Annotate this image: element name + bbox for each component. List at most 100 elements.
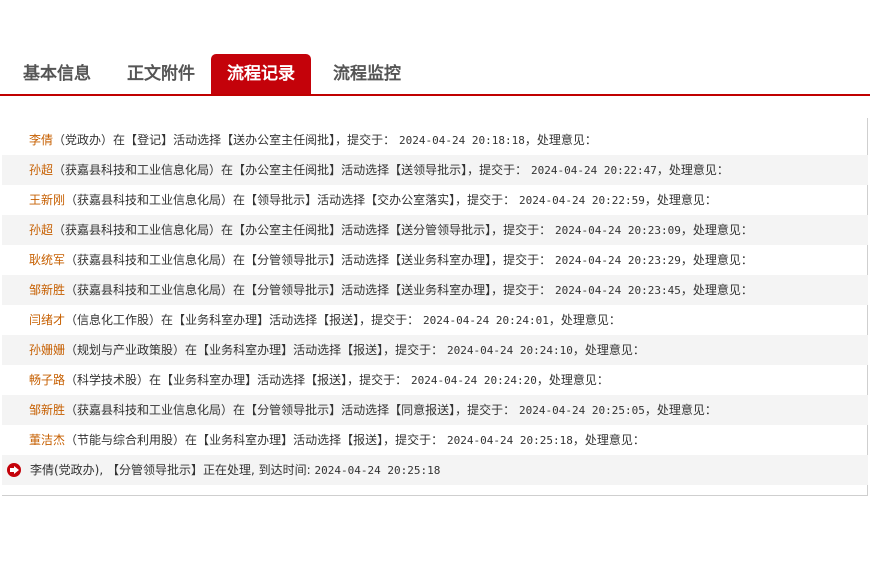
from-activity: 业务科室办理 [209, 433, 282, 447]
activity-choice-text: 活动选择 [257, 373, 306, 387]
actor-name[interactable]: 邹新胜 [29, 283, 65, 297]
submit-text: ，提交于： [335, 133, 396, 147]
submit-time: 2024-04-24 20:24:20 [411, 374, 537, 387]
table-row: 耿统军（获嘉县科技和工业信息化局）在【分管领导批示】活动选择【送业务科室办理】，… [29, 253, 753, 267]
opinion-label: ，处理意见： [572, 433, 645, 447]
actor-name[interactable]: 邹新胜 [29, 403, 65, 417]
from-activity: 业务科室办理 [185, 313, 258, 327]
table-row: 孙超（获嘉县科技和工业信息化局）在【办公室主任阅批】活动选择【送分管领导批示】，… [2, 215, 868, 245]
activity-choice-text: 活动选择 [317, 193, 366, 207]
from-activity: 办公室主任阅批 [245, 163, 330, 177]
table-row: 畅子路（科学技术股）在【业务科室办理】活动选择【报送】，提交于： 2024-04… [29, 373, 609, 387]
actor-name[interactable]: 闫绪才 [29, 313, 65, 327]
opinion-label: ，处理意见： [644, 193, 717, 207]
in-text: 在 [185, 343, 198, 357]
actor-dept: （信息化工作股） [65, 313, 162, 327]
to-activity: 报送 [317, 373, 342, 387]
submit-time: 2024-04-24 20:22:47 [531, 164, 657, 177]
tab-bar: 基本信息 正文附件 流程记录 流程监控 [0, 54, 870, 96]
current-status-row: 李倩(党政办), 【分管领导批示】正在处理, 到达时间: 2024-04-24 … [2, 455, 868, 485]
table-row: 闫绪才（信息化工作股）在【业务科室办理】活动选择【报送】，提交于： 2024-0… [29, 313, 621, 327]
activity-choice-text: 活动选择 [269, 313, 318, 327]
actor-dept: （获嘉县科技和工业信息化局） [65, 253, 234, 267]
tab-flow-monitor[interactable]: 流程监控 [329, 54, 405, 94]
arrow-right-circle-icon [7, 463, 21, 477]
tab-attachments[interactable]: 正文附件 [123, 54, 199, 94]
submit-text: ，提交于： [467, 163, 528, 177]
in-text: 在 [221, 163, 234, 177]
activity-choice-text: 活动选择 [293, 433, 342, 447]
submit-time: 2024-04-24 20:25:18 [447, 434, 573, 447]
opinion-label: ，处理意见： [680, 283, 753, 297]
submit-time: 2024-04-24 20:23:09 [555, 224, 681, 237]
to-activity: 交办公室落实 [377, 193, 450, 207]
submit-text: ，提交于： [455, 403, 516, 417]
actor-name[interactable]: 李倩 [29, 133, 53, 147]
opinion-label: ，处理意见： [572, 343, 645, 357]
opinion-label: ，处理意见： [524, 133, 597, 147]
current-arrival-time: 2024-04-24 20:25:18 [314, 464, 441, 477]
in-text: 在 [233, 283, 246, 297]
actor-dept: （党政办） [53, 133, 114, 147]
to-activity: 送业务科室办理 [401, 283, 486, 297]
to-activity: 报送 [353, 433, 378, 447]
submit-text: ，提交于： [491, 283, 552, 297]
actor-name[interactable]: 畅子路 [29, 373, 65, 387]
from-activity: 分管领导批示 [257, 403, 330, 417]
to-activity: 送领导批示 [401, 163, 462, 177]
to-activity: 报送 [353, 343, 378, 357]
tab-basic-info[interactable]: 基本信息 [19, 54, 95, 94]
table-row: 孙姗姗（规划与产业政策股）在【业务科室办理】活动选择【报送】，提交于： 2024… [2, 335, 868, 365]
activity-choice-text: 活动选择 [341, 163, 390, 177]
table-row: 李倩（党政办）在【登记】活动选择【送办公室主任阅批】，提交于： 2024-04-… [29, 133, 597, 147]
from-activity: 业务科室办理 [209, 343, 282, 357]
submit-time: 2024-04-24 20:18:18 [399, 134, 525, 147]
table-row: 邹新胜（获嘉县科技和工业信息化局）在【分管领导批示】活动选择【送业务科室办理】，… [2, 275, 868, 305]
from-activity: 分管领导批示 [257, 283, 330, 297]
opinion-label: ，处理意见： [680, 223, 753, 237]
submit-time: 2024-04-24 20:24:01 [423, 314, 549, 327]
flow-record-list: 李倩（党政办）在【登记】活动选择【送办公室主任阅批】，提交于： 2024-04-… [2, 118, 868, 496]
actor-name[interactable]: 董洁杰 [29, 433, 65, 447]
activity-choice-text: 活动选择 [341, 223, 390, 237]
actor-name[interactable]: 耿统军 [29, 253, 65, 267]
activity-choice-text: 活动选择 [341, 283, 390, 297]
opinion-label: ，处理意见： [536, 373, 609, 387]
in-text: 在 [113, 133, 126, 147]
actor-dept: （获嘉县科技和工业信息化局） [53, 223, 222, 237]
from-activity: 办公室主任阅批 [245, 223, 330, 237]
to-activity: 送办公室主任阅批 [233, 133, 330, 147]
submit-text: ，提交于： [359, 313, 420, 327]
from-activity: 登记 [137, 133, 162, 147]
actor-name[interactable]: 孙超 [29, 223, 53, 237]
opinion-label: ，处理意见： [656, 163, 729, 177]
table-row: 孙超（获嘉县科技和工业信息化局）在【办公室主任阅批】活动选择【送领导批示】，提交… [2, 155, 868, 185]
activity-choice-text: 活动选择 [341, 403, 390, 417]
submit-time: 2024-04-24 20:25:05 [519, 404, 645, 417]
current-status-text: 李倩(党政办), 【分管领导批示】正在处理, 到达时间: [30, 463, 311, 477]
to-activity: 送业务科室办理 [401, 253, 486, 267]
submit-time: 2024-04-24 20:23:29 [555, 254, 681, 267]
submit-text: ，提交于： [455, 193, 516, 207]
actor-dept: （获嘉县科技和工业信息化局） [65, 283, 234, 297]
tab-flow-records[interactable]: 流程记录 [211, 54, 311, 94]
submit-text: ，提交于： [491, 223, 552, 237]
submit-text: ，提交于： [383, 343, 444, 357]
submit-text: ，提交于： [383, 433, 444, 447]
opinion-label: ，处理意见： [548, 313, 621, 327]
submit-text: ，提交于： [491, 253, 552, 267]
submit-time: 2024-04-24 20:22:59 [519, 194, 645, 207]
to-activity: 送分管领导批示 [401, 223, 486, 237]
table-row: 王新刚（获嘉县科技和工业信息化局）在【领导批示】活动选择【交办公室落实】，提交于… [29, 193, 717, 207]
from-activity: 业务科室办理 [173, 373, 246, 387]
submit-time: 2024-04-24 20:24:10 [447, 344, 573, 357]
actor-name[interactable]: 孙姗姗 [29, 343, 65, 357]
to-activity: 报送 [329, 313, 354, 327]
submit-text: ，提交于： [347, 373, 408, 387]
actor-name[interactable]: 王新刚 [29, 193, 65, 207]
submit-time: 2024-04-24 20:23:45 [555, 284, 681, 297]
in-text: 在 [161, 313, 174, 327]
actor-dept: （获嘉县科技和工业信息化局） [65, 193, 234, 207]
activity-choice-text: 活动选择 [293, 343, 342, 357]
actor-name[interactable]: 孙超 [29, 163, 53, 177]
